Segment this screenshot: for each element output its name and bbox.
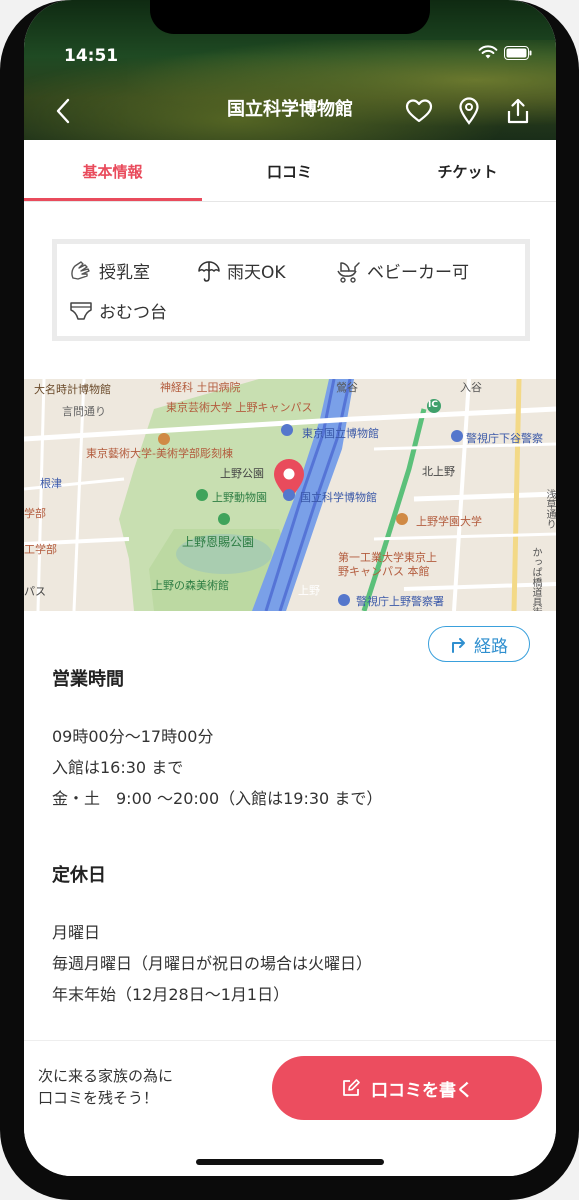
facility-stroller-ok: ベビーカー可: [335, 258, 469, 283]
hours-line: 09時00分～17時00分: [52, 727, 214, 746]
map-label: 上野学園大学: [416, 515, 482, 528]
location-button[interactable]: [454, 96, 484, 126]
status-time: 14:51: [64, 46, 119, 66]
facility-label: ベビーカー可: [367, 263, 469, 283]
map-label: 上野: [298, 584, 320, 597]
directions-label: 経路: [474, 636, 508, 657]
hours-line: 入館は16:30 まで: [52, 758, 184, 777]
map-label: 上野公園: [220, 467, 264, 480]
hours-title: 営業時間: [52, 669, 124, 690]
closed-days-line: 毎週月曜日（月曜日が祝日の場合は火曜日）: [52, 954, 373, 973]
main-content: 授乳室 雨天OK ベビーカー可 おむつ台 大名時計博物館 神経科 土田病院 鶯谷…: [24, 203, 556, 1063]
facility-nursing-room: 授乳室: [69, 258, 150, 283]
active-tab-indicator: [24, 198, 202, 201]
facility-diaper-table: おむつ台: [69, 298, 167, 323]
nursing-room-icon: [71, 260, 90, 280]
map-label: かっぱ橋道具街通り: [530, 547, 541, 611]
map-label: 上野の森美術館: [152, 579, 229, 592]
tab-basic-info[interactable]: 基本情報: [24, 140, 201, 202]
diaper-icon: [70, 301, 92, 320]
map-label: 東京国立博物館: [302, 427, 379, 440]
tab-bar: 基本情報 口コミ チケット: [24, 140, 556, 202]
facility-label: おむつ台: [99, 303, 167, 323]
app-screen: 14:51 国立科学博物館 基本情報 口コミ チケット 授乳室 雨天OK ベビー…: [24, 0, 556, 1176]
map-label: 根津: [40, 477, 62, 490]
tab-reviews[interactable]: 口コミ: [201, 140, 378, 202]
map-label: 北上野: [422, 465, 455, 478]
map-label: 東京藝術大学-美術学部彫刻棟: [86, 447, 233, 460]
status-icons: [478, 45, 532, 60]
closed-days-line: 年末年始（12月28日～1月1日）: [52, 985, 290, 1004]
map-label: パス: [24, 585, 46, 598]
map-label: 警視庁上野警察署: [356, 595, 444, 608]
edit-icon: [343, 1079, 360, 1096]
facility-label: 雨天OK: [227, 263, 286, 283]
share-button[interactable]: [503, 96, 533, 126]
back-button[interactable]: [48, 96, 78, 126]
wifi-icon: [478, 45, 498, 59]
closed-days-title: 定休日: [52, 865, 106, 886]
map-label: 工学部: [24, 543, 57, 556]
device-notch: [150, 0, 430, 34]
turn-right-arrow-icon: [452, 638, 465, 653]
chevron-left-icon: [56, 98, 70, 124]
umbrella-icon: [198, 260, 220, 282]
map-view[interactable]: 大名時計博物館 神経科 土田病院 鶯谷 入谷 東京芸術大学 上野キャンパス 言問…: [24, 379, 556, 611]
write-review-button[interactable]: 口コミを書く: [272, 1056, 542, 1120]
review-prompt-line: 次に来る家族の為に: [38, 1067, 174, 1085]
heart-icon: [405, 99, 433, 123]
tab-tickets[interactable]: チケット: [379, 140, 556, 202]
facility-label: 授乳室: [99, 263, 150, 283]
map-pin-icon: [459, 97, 479, 125]
map-label: 浅草通り: [544, 489, 555, 529]
bottom-bar: 次に来る家族の為に 口コミを残そう！ 口コミを書く: [24, 1040, 556, 1176]
share-icon: [507, 98, 529, 124]
page-title: 国立科学博物館: [227, 99, 353, 120]
header: 14:51 国立科学博物館: [24, 0, 556, 140]
map-label: 国立科学博物館: [300, 491, 377, 504]
map-label: 鶯谷: [336, 381, 358, 394]
map-label: 上野動物園: [212, 491, 267, 504]
map-label: 東京芸術大学 上野キャンパス: [166, 401, 313, 414]
closed-days-line: 月曜日: [52, 923, 101, 942]
review-prompt-line: 口コミを残そう！: [38, 1089, 159, 1107]
map-label: 入谷: [460, 381, 482, 394]
facility-box: 授乳室 雨天OK ベビーカー可 おむつ台: [52, 239, 530, 341]
map-label: 言問通り: [62, 405, 106, 418]
stroller-icon: [337, 261, 360, 283]
facility-rain-ok: 雨天OK: [197, 258, 286, 283]
map-label: 野キャンパス 本館: [338, 565, 430, 578]
map-label: 警視庁下谷警察: [466, 432, 543, 445]
map-label: 神経科 土田病院: [160, 381, 241, 394]
home-indicator: [196, 1159, 384, 1165]
write-review-label: 口コミを書く: [371, 1080, 473, 1101]
hours-line: 金・土 9:00 ～20:00（入館は19:30 まで）: [52, 789, 383, 808]
map-label: 学部: [24, 507, 46, 520]
map-label: 上野恩賜公園: [182, 535, 255, 549]
directions-button[interactable]: 経路: [428, 626, 530, 662]
phone-frame: 14:51 国立科学博物館 基本情報 口コミ チケット 授乳室 雨天OK ベビー…: [0, 0, 579, 1200]
map-label: IC: [428, 400, 438, 410]
review-prompt: 次に来る家族の為に 口コミを残そう！: [38, 1065, 173, 1109]
favorite-button[interactable]: [404, 96, 434, 126]
battery-icon: [504, 45, 532, 60]
map-label: 大名時計博物館: [34, 383, 111, 396]
